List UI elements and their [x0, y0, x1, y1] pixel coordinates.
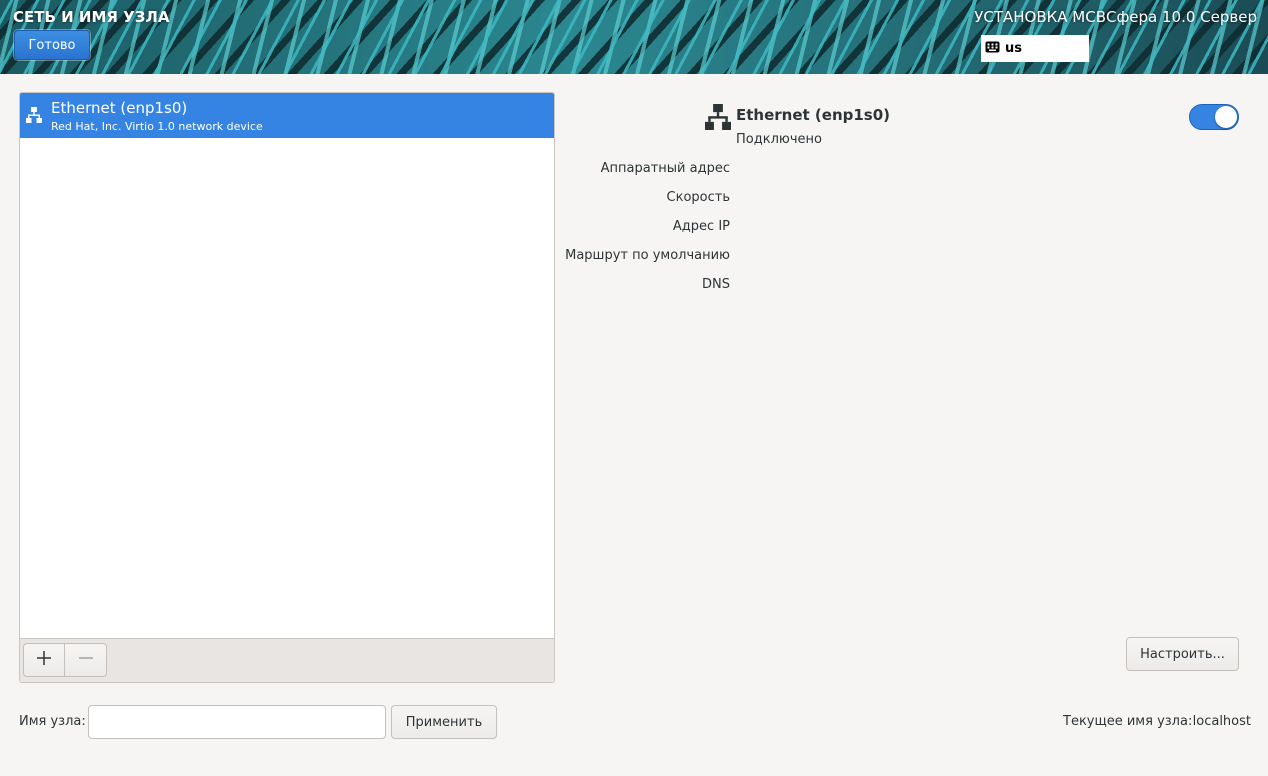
add-device-button[interactable] [23, 643, 65, 677]
toggle-knob [1215, 106, 1237, 128]
device-list-item-enp1s0[interactable]: Ethernet (enp1s0) Red Hat, Inc. Virtio 1… [20, 93, 554, 138]
remove-device-button[interactable] [65, 643, 107, 677]
ip-address-label: Адрес IP [672, 219, 730, 234]
device-list-toolbar [20, 638, 554, 682]
apply-hostname-button[interactable]: Применить [391, 705, 497, 739]
speed-label: Скорость [666, 190, 730, 205]
hardware-address-label: Аппаратный адрес [600, 161, 730, 176]
product-title: УСТАНОВКА МСВСфера 10.0 Сервер [974, 8, 1257, 26]
device-details-title: Ethernet (enp1s0) [736, 106, 891, 124]
hostname-input[interactable] [88, 705, 386, 739]
connection-status: Подключено [736, 132, 822, 147]
keyboard-icon [985, 41, 1000, 57]
dns-label: DNS [702, 277, 730, 292]
device-list-panel: Ethernet (enp1s0) Red Hat, Inc. Virtio 1… [19, 92, 555, 683]
current-hostname-value: localhost [1192, 714, 1251, 729]
network-wired-icon [26, 107, 42, 127]
hostname-label: Имя узла: [19, 714, 86, 729]
current-hostname-label: Текущее имя узла: [1063, 714, 1193, 729]
device-name: Ethernet (enp1s0) [51, 99, 188, 117]
page-title: СЕТЬ И ИМЯ УЗЛА [13, 8, 170, 26]
keyboard-layout-label: us [1005, 41, 1022, 56]
device-description: Red Hat, Inc. Virtio 1.0 network device [51, 120, 263, 133]
header-banner: СЕТЬ И ИМЯ УЗЛА Готово УСТАНОВКА МСВСфер… [0, 0, 1268, 74]
device-enable-toggle[interactable] [1189, 104, 1239, 130]
plus-icon [37, 651, 51, 669]
default-route-label: Маршрут по умолчанию [565, 248, 730, 263]
configure-button[interactable]: Настроить... [1126, 637, 1239, 671]
minus-icon [78, 651, 93, 669]
keyboard-layout-indicator[interactable]: us [981, 35, 1089, 62]
done-button[interactable]: Готово [14, 30, 90, 60]
network-wired-icon [705, 104, 731, 134]
